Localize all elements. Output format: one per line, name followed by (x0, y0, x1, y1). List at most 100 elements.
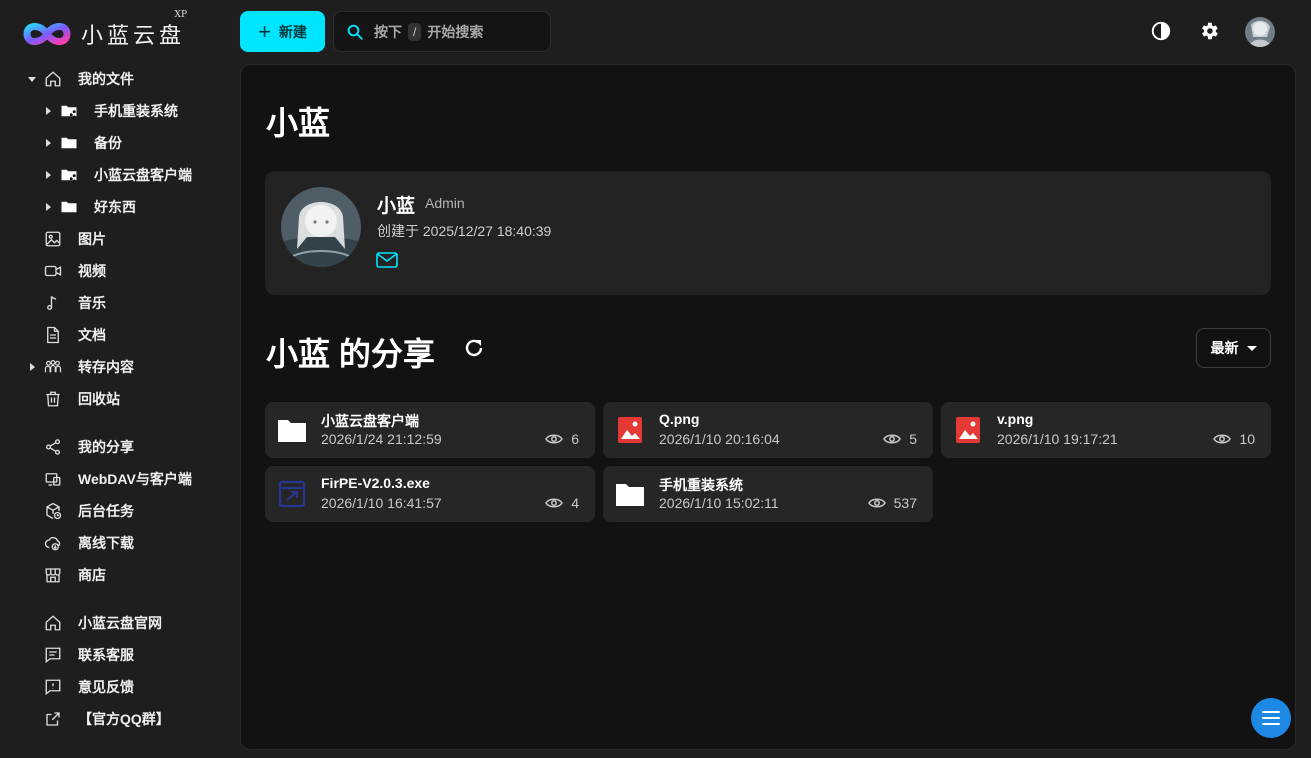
share-name: v.png (997, 411, 1034, 427)
sidebar-item-transfers[interactable]: 转存内容 (0, 351, 240, 383)
chat-icon (43, 645, 63, 665)
sidebar-item-label: 后台任务 (78, 503, 134, 519)
sidebar-item-label: 备份 (94, 135, 122, 151)
share-date: 2026/1/10 20:16:04 (659, 431, 780, 447)
sidebar-item-label: 文档 (78, 327, 106, 343)
share-name: 手机重装系统 (659, 477, 743, 493)
main-panel: 小蓝 小蓝 Admin 创建于 2025/12/27 18:40:39 小蓝 的… (240, 64, 1296, 750)
sidebar-item-videos[interactable]: 视频 (0, 255, 240, 287)
sidebar-item-label: 视频 (78, 263, 106, 279)
sidebar-item-feedback[interactable]: 意见反馈 (0, 671, 240, 703)
sidebar-item-webdav[interactable]: WebDAV与客户端 (0, 463, 240, 495)
eye-icon (545, 434, 564, 444)
webdav-icon (43, 469, 63, 489)
mail-icon[interactable] (376, 251, 398, 269)
menu-fab-button[interactable] (1251, 698, 1291, 738)
sidebar-item-store[interactable]: 商店 (0, 559, 240, 591)
sidebar-item-label: 联系客服 (78, 647, 134, 663)
sidebar-item-offline-download[interactable]: 离线下载 (0, 527, 240, 559)
share-card[interactable]: 手机重装系统 2026/1/10 15:02:11 537 (603, 466, 933, 522)
share-view-count: 5 (909, 431, 917, 447)
sidebar-item-label: 好东西 (94, 199, 136, 215)
caret-right-icon[interactable] (46, 171, 51, 179)
user-avatar-button[interactable] (1245, 17, 1275, 47)
cloud-download-icon (43, 533, 63, 553)
refresh-icon[interactable] (462, 336, 486, 360)
brand-sup: XP (174, 10, 188, 20)
sort-dropdown[interactable]: 最新 (1196, 328, 1271, 368)
caret-right-icon[interactable] (46, 107, 51, 115)
share-views: 6 (545, 431, 579, 447)
share-views: 537 (867, 495, 917, 511)
sidebar-item-my-shares[interactable]: 我的分享 (0, 431, 240, 463)
search-hint-suffix: 开始搜索 (427, 23, 484, 40)
sidebar-item-backup[interactable]: 备份 (0, 127, 240, 159)
eye-icon (545, 498, 564, 508)
theme-toggle-button[interactable] (1149, 19, 1173, 43)
share-name: Q.png (659, 411, 700, 427)
feedback-icon (43, 677, 63, 697)
caret-right-icon[interactable] (30, 363, 35, 371)
share-views: 10 (1213, 431, 1255, 447)
settings-button[interactable] (1197, 19, 1221, 43)
sidebar-item-label: 音乐 (78, 295, 106, 311)
sidebar-item-music[interactable]: 音乐 (0, 287, 240, 319)
sidebar-item-tasks[interactable]: 后台任务 (0, 495, 240, 527)
sidebar-item-trash[interactable]: 回收站 (0, 383, 240, 415)
sidebar-item-images[interactable]: 图片 (0, 223, 240, 255)
sidebar-item-label: 小蓝云盘官网 (78, 615, 162, 631)
sidebar-item-label: 离线下载 (78, 535, 134, 551)
sidebar-item-label: 【官方QQ群】 (78, 711, 170, 727)
shares-title: 小蓝 的分享 (266, 336, 435, 372)
share-view-count: 537 (893, 495, 917, 511)
share-name: FirPE-V2.0.3.exe (321, 475, 430, 491)
share-card[interactable]: Q.png 2026/1/10 20:16:04 5 (603, 402, 933, 458)
sidebar-item-label: 转存内容 (78, 359, 134, 375)
brand-logo[interactable]: 小蓝云盘 XP (23, 10, 187, 54)
search-shortcut-key: / (408, 22, 422, 41)
profile-name: 小蓝 (377, 196, 416, 217)
sidebar-item-label: WebDAV与客户端 (78, 471, 192, 487)
share-date: 2026/1/10 16:41:57 (321, 495, 442, 511)
sidebar-item-qq-group[interactable]: 【官方QQ群】 (0, 703, 240, 735)
sidebar-item-support[interactable]: 联系客服 (0, 639, 240, 671)
sidebar-item-label: 图片 (78, 231, 106, 247)
external-link-icon (43, 709, 63, 729)
sidebar: 小蓝云盘 XP 我的文件 手机重装系统 备份 小蓝云盘客户端 好东西 图片 视频… (0, 0, 240, 758)
sidebar-item-good-stuff[interactable]: 好东西 (0, 191, 240, 223)
caret-down-icon[interactable] (28, 76, 36, 82)
share-card[interactable]: FirPE-V2.0.3.exe 2026/1/10 16:41:57 4 (265, 466, 595, 522)
contrast-icon (1151, 21, 1171, 41)
search-input[interactable]: 按下 / 开始搜索 (333, 11, 551, 52)
share-card[interactable]: v.png 2026/1/10 19:17:21 10 (941, 402, 1271, 458)
share-name: 小蓝云盘客户端 (321, 413, 419, 429)
folder-icon (278, 420, 306, 442)
sidebar-item-label: 我的分享 (78, 439, 134, 455)
image-file-icon (618, 417, 642, 443)
folder-icon (616, 484, 644, 506)
share-view-count: 4 (571, 495, 579, 511)
shared-folder-icon (59, 165, 79, 185)
sidebar-item-client[interactable]: 小蓝云盘客户端 (0, 159, 240, 191)
share-views: 4 (545, 495, 579, 511)
plus-icon: + (258, 18, 271, 44)
sidebar-item-my-files[interactable]: 我的文件 (0, 63, 240, 95)
share-card[interactable]: 小蓝云盘客户端 2026/1/24 21:12:59 6 (265, 402, 595, 458)
share-views: 5 (883, 431, 917, 447)
document-icon (43, 325, 63, 345)
image-file-icon (956, 417, 980, 443)
share-date: 2026/1/24 21:12:59 (321, 431, 442, 447)
gear-icon (1202, 22, 1218, 40)
caret-right-icon[interactable] (46, 139, 51, 147)
music-icon (43, 293, 63, 313)
sidebar-item-website[interactable]: 小蓝云盘官网 (0, 607, 240, 639)
group-icon (43, 357, 63, 377)
sidebar-item-label: 手机重装系统 (94, 103, 178, 119)
share-date: 2026/1/10 15:02:11 (659, 495, 779, 511)
caret-right-icon[interactable] (46, 203, 51, 211)
sidebar-item-documents[interactable]: 文档 (0, 319, 240, 351)
sidebar-item-phone-reinstall[interactable]: 手机重装系统 (0, 95, 240, 127)
new-button[interactable]: + 新建 (240, 11, 325, 52)
caret-down-icon (1246, 345, 1257, 351)
folder-icon (59, 133, 79, 153)
